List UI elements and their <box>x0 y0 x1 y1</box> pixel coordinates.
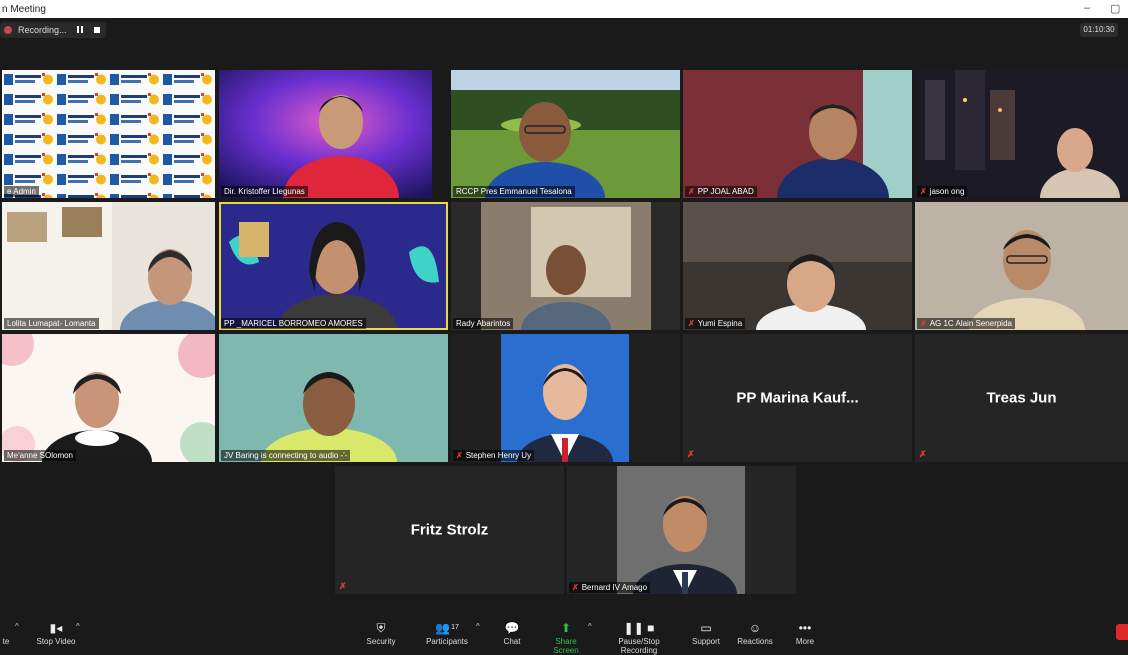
video-tile-rady[interactable]: Rady Abarintos <box>451 202 680 330</box>
video-tile-alain[interactable]: ✗ AG 1C Alain Senerpida <box>915 202 1128 330</box>
mic-muted-icon: ✗ <box>688 187 695 196</box>
meeting-toolbar: te ^ ▮◂ Stop Video ^ ⛨ Security 👥17 Part… <box>0 618 1128 655</box>
pause-stop-recording-button[interactable]: ❚❚ ■ Pause/Stop Recording <box>600 618 678 655</box>
participant-video <box>567 466 796 594</box>
participant-video <box>451 202 680 330</box>
mic-muted-icon: ✗ <box>456 451 463 460</box>
video-options-chevron-icon[interactable]: ^ <box>76 622 80 631</box>
support-button[interactable]: ▭ Support <box>690 618 722 650</box>
audio-button[interactable]: te <box>0 618 12 650</box>
end-meeting-button[interactable] <box>1116 624 1128 640</box>
participant-video <box>219 202 448 330</box>
participant-video <box>683 202 912 330</box>
restore-icon[interactable]: ▢ <box>1110 2 1120 15</box>
participant-name: e Admin <box>4 186 39 197</box>
participant-name: ✗ jason ong <box>917 186 968 197</box>
stop-video-button[interactable]: ▮◂ Stop Video <box>34 618 78 650</box>
video-tile-stephen[interactable]: ✗ Stephen Henry Uy <box>451 334 680 462</box>
share-screen-icon: ⬆ <box>560 621 572 635</box>
window-title: n Meeting <box>2 4 46 15</box>
participant-name: PP _MARICEL BORROMEO AMORES <box>221 318 366 329</box>
video-tile-lolita[interactable]: Lolita Lumapat- Lomanta <box>2 202 215 330</box>
video-tile-emmanuel[interactable]: RCCP Pres Emmanuel Tesalona <box>451 70 680 198</box>
video-tile-rc-admin[interactable]: e Admin <box>2 70 215 198</box>
participant-name-placeholder: PP Marina Kauf... <box>736 389 859 407</box>
participant-video <box>451 334 680 462</box>
mic-muted-icon: ✗ <box>339 581 347 591</box>
participant-name: Dir. Kristoffer Llegunas <box>221 186 308 197</box>
support-icon: ▭ <box>700 621 712 635</box>
participant-name-placeholder: Fritz Strolz <box>410 521 489 539</box>
share-screen-button[interactable]: ⬆ Share Screen <box>543 618 589 655</box>
shield-icon: ⛨ <box>376 621 386 635</box>
emoji-plus-icon: ☺ <box>748 621 762 635</box>
title-bar: n Meeting – ▢ <box>0 0 1128 18</box>
meeting-area: Recording... 01:10:30 e Admin Dir. Krist… <box>0 18 1128 618</box>
audio-options-chevron-icon[interactable]: ^ <box>15 622 19 631</box>
share-options-chevron-icon[interactable]: ^ <box>588 622 592 631</box>
recording-indicator: Recording... <box>0 22 106 38</box>
chat-button[interactable]: 💬 Chat <box>500 618 524 650</box>
meeting-timer: 01:10:30 <box>1080 23 1118 37</box>
participants-icon: 👥17 <box>435 621 459 635</box>
participant-video <box>915 202 1128 330</box>
participant-video <box>451 70 680 198</box>
participant-video <box>915 70 1128 198</box>
participant-name: Lolita Lumapat- Lomanta <box>4 318 99 329</box>
participant-name: ✗ Bernard IV Amago <box>569 582 651 593</box>
video-tile-bernard[interactable]: ✗ Bernard IV Amago <box>567 466 796 594</box>
video-tile-jason-ong[interactable]: ✗ jason ong <box>915 70 1128 198</box>
mic-muted-icon: ✗ <box>920 319 927 328</box>
video-camera-icon: ▮◂ <box>49 621 63 635</box>
participant-name: Me'anne SOlomon <box>4 450 77 461</box>
security-button[interactable]: ⛨ Security <box>362 618 400 650</box>
participant-video <box>2 334 215 462</box>
participant-video <box>219 70 432 198</box>
participant-name: ✗ Yumi Espina <box>685 318 746 329</box>
pause-recording-icon[interactable] <box>77 26 83 33</box>
participant-name: ✗ AG 1C Alain Senerpida <box>917 318 1015 329</box>
mic-muted-icon: ✗ <box>920 187 927 196</box>
participants-options-chevron-icon[interactable]: ^ <box>476 622 480 631</box>
stop-recording-icon[interactable] <box>94 27 100 33</box>
video-tile-marina[interactable]: PP Marina Kauf... ✗ <box>683 334 912 462</box>
video-tile-joal-abad[interactable]: ✗ PP JOAL ABAD <box>683 70 912 198</box>
participant-video <box>2 202 215 330</box>
rotary-banner-image <box>2 70 215 198</box>
mic-muted-icon: ✗ <box>688 319 695 328</box>
mic-muted-icon: ✗ <box>919 449 927 459</box>
video-tile-yumi[interactable]: ✗ Yumi Espina <box>683 202 912 330</box>
video-tile-fritz[interactable]: Fritz Strolz ✗ <box>335 466 564 594</box>
video-tile-kristoffer[interactable]: Dir. Kristoffer Llegunas <box>219 70 432 198</box>
recording-label: Recording... <box>18 25 67 35</box>
participant-video <box>219 334 448 462</box>
participant-name: JV Baring is connecting to audio -'- <box>221 450 351 461</box>
mic-muted-icon: ✗ <box>572 583 579 592</box>
video-tile-jv-baring[interactable]: JV Baring is connecting to audio -'- <box>219 334 448 462</box>
microphone-icon <box>0 621 12 635</box>
more-button[interactable]: ••• More <box>792 618 818 650</box>
chat-bubble-icon: 💬 <box>504 621 520 635</box>
video-tile-meanne[interactable]: Me'anne SOlomon <box>2 334 215 462</box>
participant-name: ✗ Stephen Henry Uy <box>453 450 535 461</box>
mic-muted-icon: ✗ <box>687 449 695 459</box>
video-tile-treas-jun[interactable]: Treas Jun ✗ <box>915 334 1128 462</box>
reactions-button[interactable]: ☺ Reactions <box>736 618 774 650</box>
participants-button[interactable]: 👥17 Participants <box>424 618 470 650</box>
participant-name: Rady Abarintos <box>453 318 514 329</box>
participant-name: ✗ PP JOAL ABAD <box>685 186 757 197</box>
participant-video <box>683 70 912 198</box>
minimize-icon[interactable]: – <box>1084 2 1090 14</box>
participant-name-placeholder: Treas Jun <box>986 389 1057 407</box>
recording-dot-icon <box>4 26 12 34</box>
video-tile-maricel-active-speaker[interactable]: PP _MARICEL BORROMEO AMORES <box>219 202 448 330</box>
participant-name: RCCP Pres Emmanuel Tesalona <box>453 186 575 197</box>
pause-stop-icon: ❚❚ ■ <box>623 621 655 635</box>
more-dots-icon: ••• <box>798 621 812 635</box>
